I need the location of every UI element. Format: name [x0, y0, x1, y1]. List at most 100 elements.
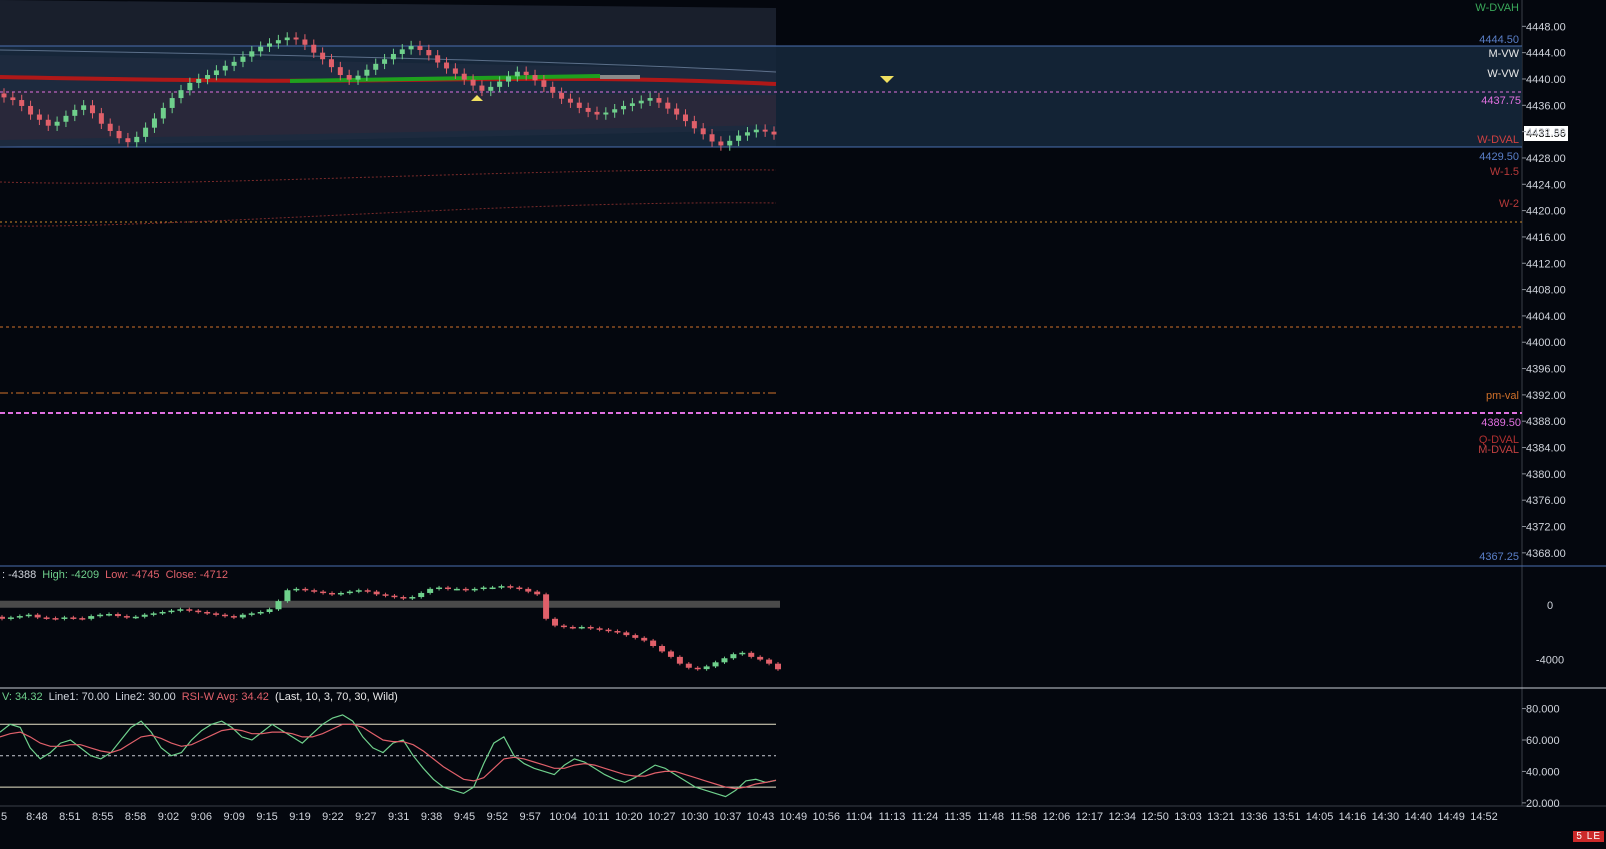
- delta-candle: [79, 618, 86, 620]
- delta-high: High: -4209: [42, 569, 100, 581]
- delta-candle: [61, 617, 68, 619]
- delta-candle: [444, 587, 451, 590]
- price-candle: [426, 50, 432, 56]
- price-candle: [541, 80, 547, 87]
- time-axis-label: 14:05: [1306, 811, 1334, 823]
- delta-candle: [141, 614, 148, 617]
- delta-candle: [471, 588, 478, 591]
- time-axis-label: 13:51: [1273, 811, 1301, 823]
- time-axis-label: 9:22: [322, 811, 343, 823]
- price-candle: [355, 75, 361, 80]
- delta-candle: [114, 614, 121, 617]
- price-4444-50-label: 4444.50: [1479, 34, 1519, 46]
- chart-canvas[interactable]: 4431.564448.004444.004440.004436.004432.…: [0, 0, 1606, 844]
- delta-candle: [16, 616, 23, 618]
- delta-candle: [195, 610, 202, 613]
- price-axis-label: 4368.00: [1526, 548, 1566, 560]
- price-candle: [258, 46, 264, 52]
- price-candle: [346, 75, 352, 80]
- time-axis-label: 10:30: [681, 811, 709, 823]
- price-candle: [736, 135, 742, 141]
- delta-candle: [221, 614, 228, 617]
- price-candle: [231, 61, 237, 66]
- rsi-pane-header: V: 34.32 Line1: 70.00 Line2: 30.00 RSI-W Av…: [2, 691, 404, 703]
- delta-candle: [204, 612, 211, 614]
- time-axis-label: 12:34: [1108, 811, 1136, 823]
- delta-candle: [43, 617, 50, 619]
- time-axis-label: 11:24: [912, 811, 939, 823]
- price-candle: [567, 98, 573, 103]
- price-candle: [523, 71, 529, 76]
- price-candle: [390, 53, 396, 60]
- delta-candle: [213, 613, 220, 615]
- price-candle: [90, 105, 96, 114]
- price-candle: [196, 78, 202, 83]
- rsi-avg-line: [0, 723, 777, 790]
- price-axis-label: 4388.00: [1526, 416, 1566, 428]
- delta-candle: [177, 609, 184, 611]
- delta-candle: [275, 601, 282, 610]
- price-candle: [28, 105, 34, 115]
- delta-candle: [543, 594, 550, 619]
- price-candle: [550, 86, 556, 93]
- price-4437-75-label: 4437.75: [1481, 95, 1521, 107]
- delta-candle: [552, 618, 559, 626]
- time-axis-label: 10:43: [747, 811, 775, 823]
- price-candle: [479, 85, 485, 91]
- delta-candle: [739, 652, 746, 655]
- delta-candle: [712, 662, 719, 667]
- price-candle: [762, 129, 768, 132]
- price-candle: [328, 59, 334, 68]
- price-candle: [284, 37, 290, 41]
- delta-candle: [659, 646, 666, 652]
- time-axis-label: 11:48: [977, 811, 1004, 823]
- price-candle: [444, 62, 450, 69]
- time-axis-label: 10:56: [812, 811, 840, 823]
- time-axis-label: 13:21: [1207, 811, 1235, 823]
- delta-candle: [159, 612, 166, 614]
- price-candle: [505, 76, 511, 82]
- rsi-axis-label: 20.000: [1526, 798, 1560, 810]
- price-candle: [603, 112, 609, 115]
- rsi-line1: Line1: 70.00: [48, 691, 110, 703]
- delta-close: Close: -4712: [165, 569, 228, 581]
- delta-candle: [257, 612, 264, 614]
- time-axis-label: 10:11: [583, 811, 610, 823]
- w-dval-label: W-DVAL: [1477, 134, 1519, 146]
- rsi-axis-label: 40.000: [1526, 766, 1560, 778]
- delta-candle: [632, 635, 639, 638]
- delta-candle: [525, 588, 532, 592]
- delta-candle: [373, 591, 380, 595]
- delta-candle: [587, 626, 594, 629]
- delta-candle: [703, 666, 710, 670]
- price-axis-label: 4424.00: [1526, 179, 1566, 191]
- delta-candle: [34, 614, 41, 618]
- price-candle: [621, 105, 627, 110]
- trading-chart[interactable]: 4431.56 4448.00 4444.00 4440.00 4436.00 4432.…: [0, 0, 1606, 844]
- delta-candle: [311, 590, 318, 592]
- time-axis-label: 14:40: [1404, 811, 1432, 823]
- price-axis-label: 4384.00: [1526, 443, 1566, 455]
- delta-candle: [560, 625, 567, 628]
- price-axis-label: 4376.00: [1526, 495, 1566, 507]
- price-candle: [36, 114, 42, 120]
- delta-candle: [578, 626, 585, 629]
- price-candle: [665, 102, 671, 109]
- delta-axis-label: -4000: [1536, 655, 1564, 667]
- time-axis-label: 9:57: [520, 811, 541, 823]
- delta-candle: [7, 617, 14, 619]
- delta-candle: [284, 590, 291, 602]
- price-axis-label: 4404.00: [1526, 311, 1566, 323]
- time-axis-label: 12:17: [1076, 811, 1104, 823]
- time-axis-label: 10:27: [648, 811, 676, 823]
- delta-candle: [329, 592, 336, 595]
- time-axis-label: 8:48: [26, 811, 47, 823]
- delta-candle: [25, 614, 32, 617]
- price-candle: [116, 130, 122, 139]
- delta-axis-label: 0: [1547, 600, 1553, 612]
- time-axis-label: 9:52: [487, 811, 508, 823]
- time-axis-label: 10:04: [549, 811, 577, 823]
- price-axis-label: 4448.00: [1526, 21, 1566, 33]
- price-candle: [771, 131, 777, 135]
- time-axis-label: 5: [1, 811, 7, 823]
